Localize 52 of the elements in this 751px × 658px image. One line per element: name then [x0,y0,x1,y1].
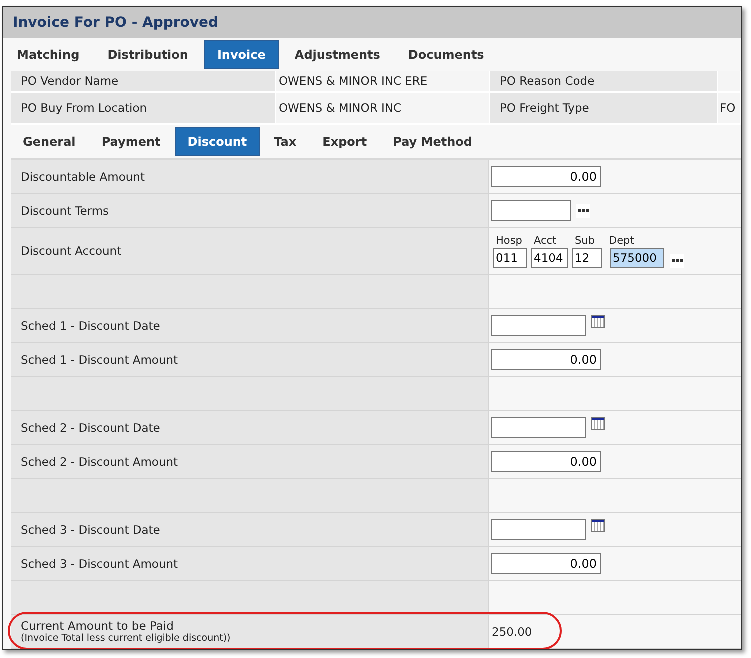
field-label: Discountable Amount [21,170,145,184]
input-field[interactable]: 0.00 [491,451,601,472]
segment-label: Dept [608,234,636,246]
field-label: PO Buy From Location [21,101,148,115]
input-field[interactable]: 575000 [610,248,664,268]
field-label: Sched 1 - Discount Date [21,318,160,332]
lookup-button[interactable] [576,204,590,218]
input-field[interactable]: 011 [493,248,527,268]
input-field[interactable]: 0.00 [491,166,601,187]
window-title: Invoice For PO - Approved [3,7,741,38]
segment-label: Acct [533,234,558,246]
tab[interactable]: Documents [396,40,496,69]
calendar-icon[interactable] [591,315,605,328]
tab[interactable]: Payment [90,127,173,156]
input-field[interactable]: 4104 [531,248,568,268]
field-value: FO [720,101,736,115]
calendar-icon[interactable] [591,417,605,430]
field-label: Sched 2 - Discount Amount [21,454,178,468]
field-value: OWENS & MINOR INC [279,101,402,115]
tab[interactable]: Pay Method [381,127,484,156]
segment-label: Sub [574,234,596,246]
input-field[interactable] [491,417,586,438]
input-field[interactable]: 0.00 [491,553,601,574]
field-note: (Invoice Total less current eligible discount)) [21,633,231,644]
tab[interactable]: General [11,127,88,156]
field-label: PO Freight Type [500,101,590,115]
field-label: Current Amount to be Paid [21,619,175,633]
tab[interactable]: Discount [174,127,260,156]
input-field[interactable] [491,200,571,221]
field-label: Discount Account [21,244,122,258]
calendar-icon[interactable] [591,519,605,532]
tab[interactable]: Adjustments [282,40,392,69]
amount-value: 250.00 [492,624,532,638]
field-label: Sched 1 - Discount Amount [21,352,178,366]
input-field[interactable]: 12 [572,248,602,268]
field-label: PO Reason Code [500,74,595,88]
tab[interactable]: Distribution [96,40,200,69]
field-label: PO Vendor Name [21,74,119,88]
segment-label: Hosp [495,234,524,246]
field-label: Sched 3 - Discount Date [21,522,160,536]
input-field[interactable] [491,315,586,336]
lookup-button[interactable] [670,254,684,268]
tab[interactable]: Matching [5,40,92,69]
field-label: Sched 3 - Discount Amount [21,556,178,570]
field-label: Discount Terms [21,204,110,218]
tab[interactable]: Invoice [204,40,279,69]
tab[interactable]: Tax [262,127,309,156]
input-field[interactable] [491,519,586,540]
field-value: OWENS & MINOR INC ERE [279,74,428,88]
tab[interactable]: Export [310,127,380,156]
field-label: Sched 2 - Discount Date [21,420,160,434]
input-field[interactable]: 0.00 [491,349,601,370]
